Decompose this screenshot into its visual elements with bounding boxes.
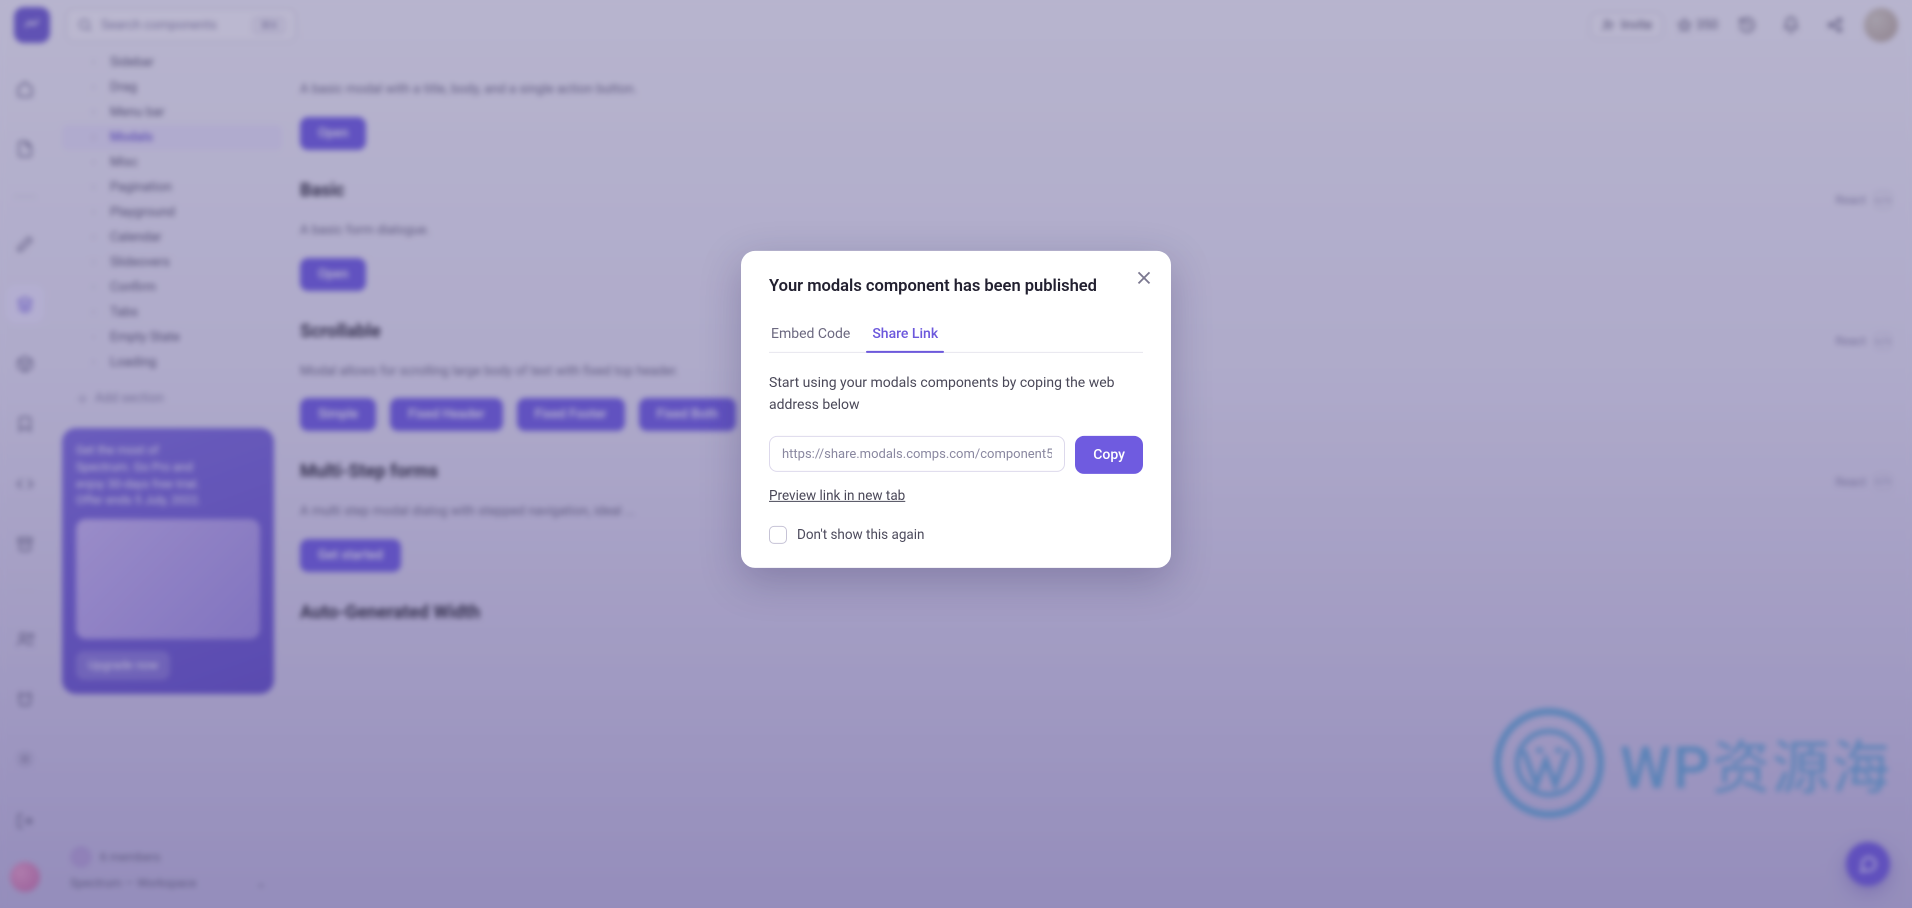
modal-tabs: Embed Code Share Link (769, 318, 1143, 353)
preview-link[interactable]: Preview link in new tab (769, 488, 905, 504)
modal-title: Your modals component has been published (769, 277, 1143, 296)
dont-show-checkbox[interactable] (769, 526, 787, 544)
publish-modal: Your modals component has been published… (741, 251, 1171, 568)
modal-description: Start using your modals components by co… (769, 373, 1143, 416)
close-icon (1133, 267, 1155, 289)
dont-show-label: Don't show this again (797, 527, 925, 543)
tab-share-link[interactable]: Share Link (870, 318, 940, 352)
copy-button[interactable]: Copy (1075, 436, 1143, 474)
share-url-input[interactable] (769, 436, 1065, 472)
tab-embed-code[interactable]: Embed Code (769, 318, 852, 352)
close-button[interactable] (1133, 267, 1155, 289)
